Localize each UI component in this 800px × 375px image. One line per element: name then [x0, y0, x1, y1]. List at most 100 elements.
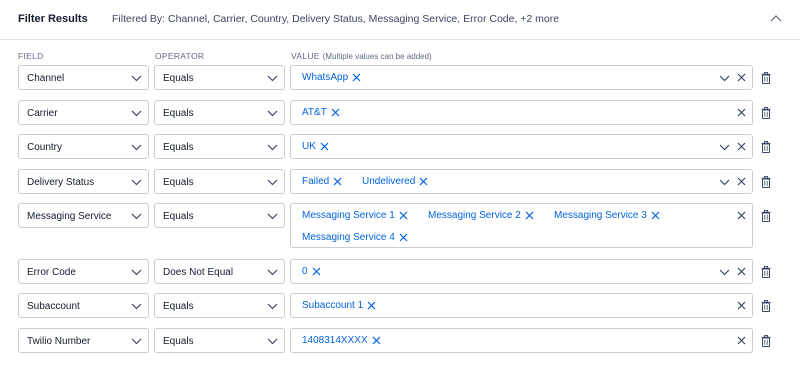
value-column-label: VALUE (Multiple values can be added) — [291, 51, 432, 61]
value-chip: Undelivered — [362, 173, 428, 189]
close-icon[interactable] — [737, 73, 746, 82]
value-multiselect[interactable] — [290, 259, 753, 284]
value-hint: (Multiple values can be added) — [322, 52, 432, 61]
field-value: Twilio Number — [27, 336, 91, 347]
close-icon[interactable] — [399, 233, 408, 242]
value-chip: Messaging Service 3 — [554, 207, 660, 223]
chevron-down-icon[interactable] — [267, 302, 278, 310]
close-icon[interactable] — [333, 177, 342, 186]
operator-select[interactable]: Equals — [154, 134, 285, 159]
chevron-down-icon[interactable] — [719, 178, 730, 186]
trash-icon[interactable] — [761, 266, 771, 278]
trash-icon[interactable] — [761, 176, 771, 188]
chevron-down-icon[interactable] — [131, 178, 142, 186]
field-select[interactable]: Subaccount — [18, 293, 149, 318]
chevron-down-icon[interactable] — [131, 212, 142, 220]
close-icon[interactable] — [352, 73, 361, 82]
trash-icon[interactable] — [761, 107, 771, 119]
chip-label: 1408314XXXX — [302, 334, 368, 346]
trash-icon[interactable] — [761, 335, 771, 347]
chevron-down-icon[interactable] — [267, 178, 278, 186]
close-icon[interactable] — [737, 108, 746, 117]
operator-select[interactable]: Does Not Equal — [154, 259, 285, 284]
field-select[interactable]: Delivery Status — [18, 169, 149, 194]
close-icon[interactable] — [331, 108, 340, 117]
close-icon[interactable] — [737, 211, 746, 220]
operator-select[interactable]: Equals — [154, 169, 285, 194]
close-icon[interactable] — [320, 142, 329, 151]
trash-icon[interactable] — [761, 141, 771, 153]
operator-select[interactable]: Equals — [154, 203, 285, 228]
chevron-down-icon[interactable] — [719, 143, 730, 151]
chevron-down-icon[interactable] — [267, 337, 278, 345]
chip-label: Undelivered — [362, 175, 416, 187]
field-select[interactable]: Carrier — [18, 100, 149, 125]
chevron-down-icon[interactable] — [267, 74, 278, 82]
value-multiselect[interactable] — [290, 134, 753, 159]
field-value: Carrier — [27, 108, 58, 119]
filter-summary: Filtered By: Channel, Carrier, Country, … — [112, 13, 560, 25]
field-select[interactable]: Messaging Service — [18, 203, 149, 228]
chevron-down-icon[interactable] — [131, 268, 142, 276]
value-chip: 0 — [302, 263, 321, 279]
field-column-label: FIELD — [18, 51, 44, 61]
chip-label: Subaccount 1 — [302, 299, 364, 311]
chip-label: AT&T — [302, 106, 327, 118]
close-icon[interactable] — [372, 336, 381, 345]
field-value: Subaccount — [27, 301, 80, 312]
field-value: Error Code — [27, 267, 76, 278]
operator-value: Equals — [163, 301, 194, 312]
value-chip: AT&T — [302, 104, 340, 120]
chevron-down-icon[interactable] — [719, 74, 730, 82]
field-value: Country — [27, 142, 63, 153]
chevron-up-icon[interactable] — [768, 12, 784, 26]
chevron-down-icon[interactable] — [267, 268, 278, 276]
operator-value: Equals — [163, 177, 194, 188]
operator-select[interactable]: Equals — [154, 65, 285, 90]
close-icon[interactable] — [651, 211, 660, 220]
close-icon[interactable] — [312, 267, 321, 276]
field-value: Channel — [27, 73, 65, 84]
chevron-down-icon[interactable] — [131, 109, 142, 117]
operator-select[interactable]: Equals — [154, 328, 285, 353]
operator-select[interactable]: Equals — [154, 100, 285, 125]
close-icon[interactable] — [737, 177, 746, 186]
chevron-down-icon[interactable] — [131, 337, 142, 345]
filter-title: Filter Results — [18, 13, 88, 25]
field-select[interactable]: Error Code — [18, 259, 149, 284]
value-chip: 1408314XXXX — [302, 332, 381, 348]
chip-label: 0 — [302, 265, 308, 277]
value-label-text: VALUE — [291, 51, 320, 61]
field-value: Delivery Status — [27, 177, 95, 188]
value-chip: UK — [302, 138, 329, 154]
close-icon[interactable] — [737, 301, 746, 310]
chip-label: UK — [302, 140, 316, 152]
value-multiselect[interactable] — [290, 169, 753, 194]
close-icon[interactable] — [737, 142, 746, 151]
operator-select[interactable]: Equals — [154, 293, 285, 318]
field-select[interactable]: Channel — [18, 65, 149, 90]
trash-icon[interactable] — [761, 210, 771, 222]
field-select[interactable]: Twilio Number — [18, 328, 149, 353]
chevron-down-icon[interactable] — [267, 143, 278, 151]
chip-label: Failed — [302, 175, 330, 187]
chevron-down-icon[interactable] — [131, 74, 142, 82]
close-icon[interactable] — [737, 267, 746, 276]
chevron-down-icon[interactable] — [267, 212, 278, 220]
close-icon[interactable] — [525, 211, 534, 220]
close-icon[interactable] — [367, 301, 376, 310]
trash-icon[interactable] — [761, 72, 771, 84]
trash-icon[interactable] — [761, 300, 771, 312]
value-multiselect[interactable] — [290, 100, 753, 125]
value-chip: Failed — [302, 173, 342, 189]
chevron-down-icon[interactable] — [267, 109, 278, 117]
field-select[interactable]: Country — [18, 134, 149, 159]
chevron-down-icon[interactable] — [131, 302, 142, 310]
chip-label: WhatsApp — [302, 71, 349, 83]
close-icon[interactable] — [419, 177, 428, 186]
close-icon[interactable] — [399, 211, 408, 220]
chevron-down-icon[interactable] — [719, 268, 730, 276]
chevron-down-icon[interactable] — [131, 143, 142, 151]
close-icon[interactable] — [737, 336, 746, 345]
operator-value: Equals — [163, 108, 194, 119]
